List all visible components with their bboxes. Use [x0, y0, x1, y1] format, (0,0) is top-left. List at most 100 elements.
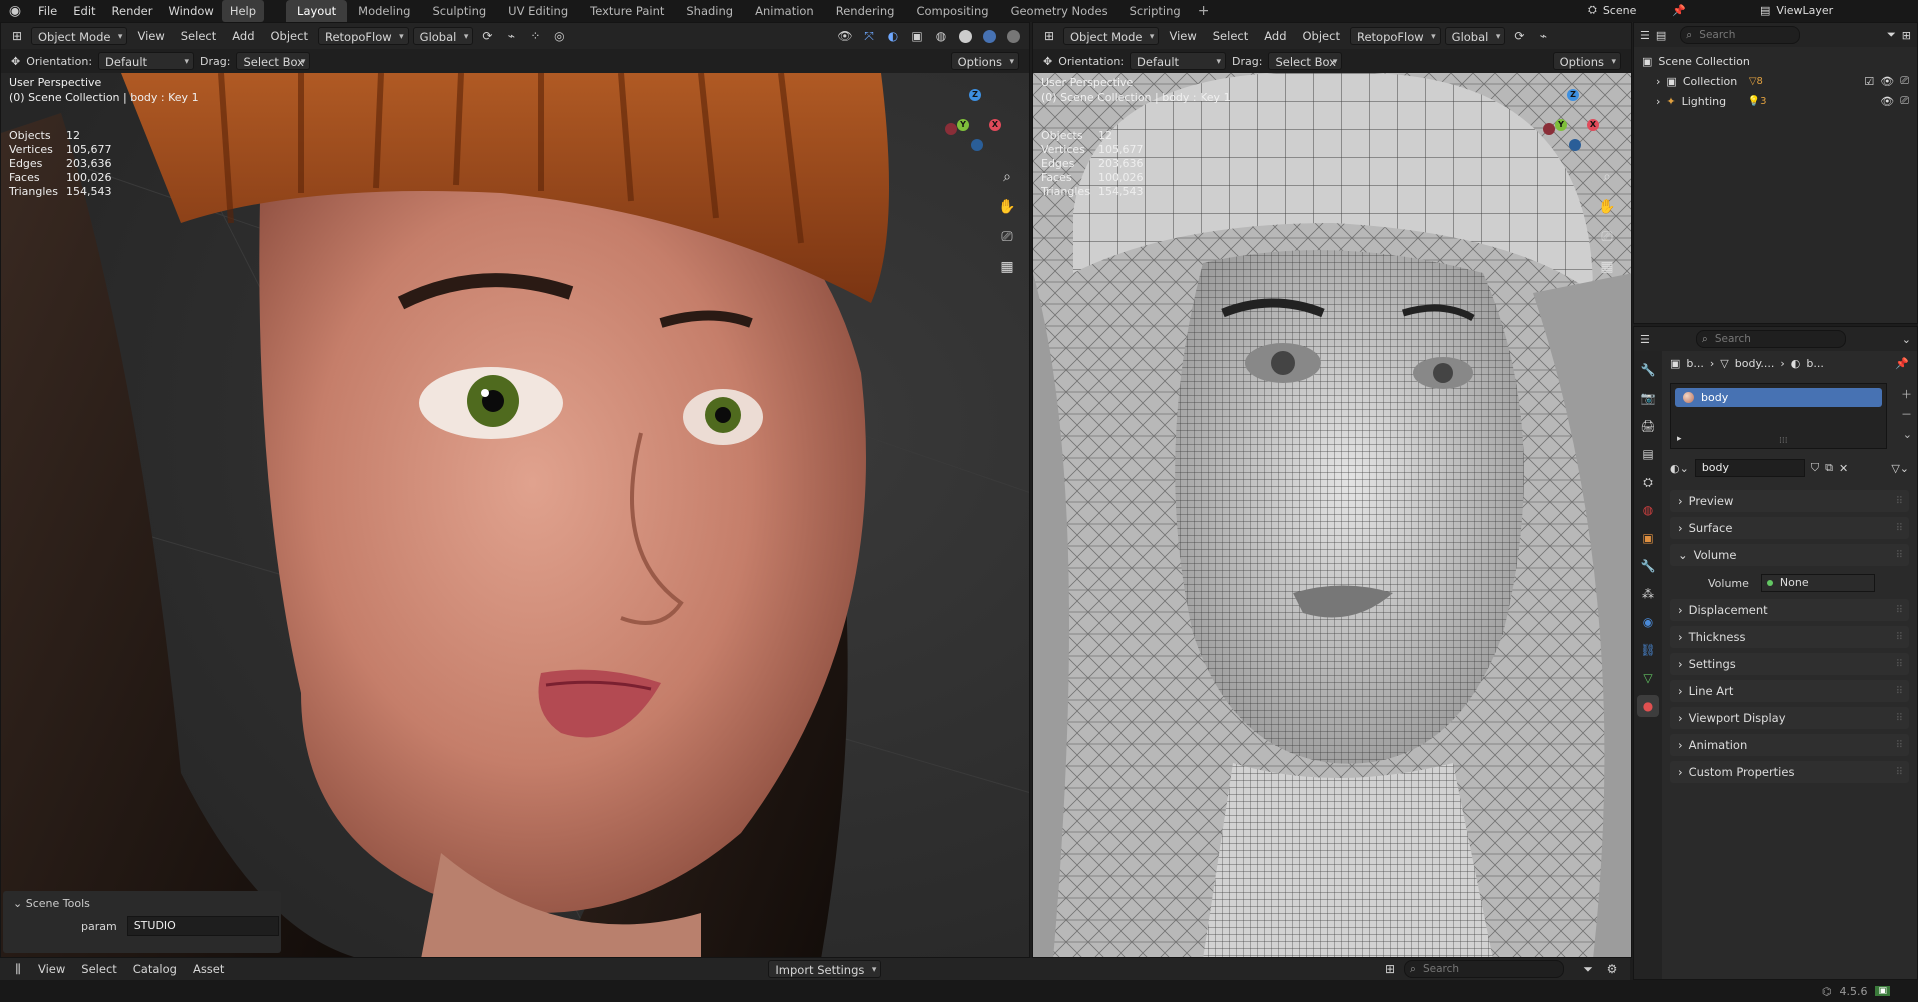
- x-axis-icon[interactable]: X: [989, 119, 1001, 131]
- material-shading-icon[interactable]: [979, 27, 999, 45]
- pivot-icon[interactable]: ⟳: [477, 27, 497, 45]
- overlay-toggle-icon[interactable]: ◐: [883, 27, 903, 45]
- tab-modeling[interactable]: Modeling: [347, 0, 421, 22]
- section-custom-properties[interactable]: › Custom Properties: [1670, 761, 1909, 783]
- menu-file[interactable]: File: [30, 0, 65, 22]
- visibility-icon[interactable]: 👁: [835, 27, 855, 45]
- y-axis-icon[interactable]: Y: [957, 119, 969, 131]
- gear-icon[interactable]: ⚙: [1602, 960, 1622, 978]
- section-surface[interactable]: › Surface: [1670, 517, 1909, 539]
- resize-handle-icon[interactable]: ⁞⁞⁞: [1779, 436, 1788, 446]
- rendered-shading-icon[interactable]: [1003, 27, 1023, 45]
- wireframe-shading-icon[interactable]: ◍: [931, 27, 951, 45]
- pin-icon[interactable]: 📌: [1895, 357, 1909, 370]
- tab-uv-editing[interactable]: UV Editing: [497, 0, 579, 22]
- tool-tab-icon[interactable]: 🔧: [1637, 359, 1659, 381]
- neg-z-axis-icon[interactable]: [1569, 139, 1581, 151]
- object-tab-icon[interactable]: ▣: [1637, 527, 1659, 549]
- menu-view[interactable]: View: [32, 960, 71, 978]
- navigation-gizmo[interactable]: Z X Y: [945, 89, 1005, 151]
- menu-select[interactable]: Select: [175, 27, 222, 45]
- fake-user-icon[interactable]: ⛉: [1811, 461, 1819, 475]
- particles-tab-icon[interactable]: ⁂: [1637, 583, 1659, 605]
- orientation-dropdown[interactable]: Default: [1130, 52, 1227, 71]
- param-field[interactable]: STUDIO: [126, 916, 279, 936]
- tool-icon[interactable]: ✥: [11, 55, 20, 68]
- y-axis-icon[interactable]: Y: [1555, 119, 1567, 131]
- section-animation[interactable]: › Animation: [1670, 734, 1909, 756]
- viewport-left[interactable]: ⊞ Object Mode View Select Add Object Ret…: [0, 22, 1030, 958]
- menu-object[interactable]: Object: [1297, 27, 1346, 45]
- scene-selector[interactable]: ⛭ Scene 📌: [1588, 0, 1718, 20]
- asset-search-input[interactable]: Search: [1404, 960, 1564, 978]
- expand-chevron-icon[interactable]: ›: [1656, 95, 1660, 108]
- x-axis-icon[interactable]: X: [1587, 119, 1599, 131]
- gizmo-toggle-icon[interactable]: ⤧: [859, 27, 879, 45]
- menu-select[interactable]: Select: [1207, 27, 1254, 45]
- tab-layout[interactable]: Layout: [286, 0, 348, 22]
- unlink-icon[interactable]: ✕: [1839, 462, 1848, 475]
- modifier-tab-icon[interactable]: 🔧: [1637, 555, 1659, 577]
- ortho-grid-icon[interactable]: ▦: [996, 259, 1018, 281]
- solid-shading-icon[interactable]: [955, 27, 975, 45]
- menu-select[interactable]: Select: [75, 960, 122, 978]
- z-axis-icon[interactable]: Z: [969, 89, 981, 101]
- orientation-dropdown[interactable]: Default: [98, 52, 195, 71]
- tree-item-lighting[interactable]: › ✦ Lighting 💡3 👁 ⎚: [1634, 91, 1917, 111]
- data-tab-icon[interactable]: ▽: [1637, 667, 1659, 689]
- pan-hand-icon[interactable]: ✋: [1596, 199, 1618, 221]
- checkbox-icon[interactable]: ☑: [1864, 75, 1874, 88]
- mode-dropdown[interactable]: Object Mode: [1063, 27, 1160, 46]
- properties-type-icon[interactable]: ☰: [1640, 333, 1650, 346]
- retopoflow-menu[interactable]: RetopoFlow: [317, 27, 409, 46]
- section-preview[interactable]: › Preview: [1670, 490, 1909, 512]
- menu-view[interactable]: View: [1163, 27, 1202, 45]
- tab-compositing[interactable]: Compositing: [905, 0, 999, 22]
- material-browse-icon[interactable]: ◐⌄: [1670, 462, 1689, 475]
- asset-browser-icon[interactable]: ⫼: [8, 960, 28, 978]
- pin-icon[interactable]: 📌: [1672, 4, 1686, 17]
- menu-view[interactable]: View: [131, 27, 170, 45]
- expand-icon[interactable]: ▸: [1677, 434, 1682, 444]
- camera-render-icon[interactable]: ⎚: [1900, 74, 1909, 88]
- add-slot-icon[interactable]: ＋: [1901, 386, 1912, 402]
- tool-icon[interactable]: ✥: [1043, 55, 1052, 68]
- zoom-icon[interactable]: ⌕: [1596, 169, 1618, 191]
- new-collection-icon[interactable]: ⊞: [1902, 29, 1911, 42]
- tab-geometry-nodes[interactable]: Geometry Nodes: [1000, 0, 1119, 22]
- render-tab-icon[interactable]: 📷: [1637, 387, 1659, 409]
- outliner-type-icon[interactable]: ☰: [1640, 29, 1650, 42]
- material-name-field[interactable]: body: [1694, 459, 1805, 477]
- zoom-icon[interactable]: ⌕: [996, 169, 1018, 191]
- options-dropdown[interactable]: Options: [950, 52, 1019, 71]
- editor-type-icon[interactable]: ⊞: [7, 27, 27, 45]
- chevron-down-icon[interactable]: ⌄: [1902, 333, 1911, 346]
- menu-edit[interactable]: Edit: [65, 0, 103, 22]
- menu-add[interactable]: Add: [226, 27, 260, 45]
- viewlayer-selector[interactable]: ▤ ViewLayer: [1760, 0, 1910, 20]
- blender-logo-icon[interactable]: ◉: [0, 0, 30, 22]
- tab-rendering[interactable]: Rendering: [825, 0, 906, 22]
- tab-sculpting[interactable]: Sculpting: [421, 0, 497, 22]
- world-tab-icon[interactable]: ◍: [1637, 499, 1659, 521]
- link-dropdown-icon[interactable]: ▽⌄: [1891, 462, 1909, 475]
- tree-item-collection[interactable]: › ▣ Collection ▽8 ☑ 👁 ⎚: [1634, 71, 1917, 91]
- scene-tab-icon[interactable]: ⛭: [1637, 471, 1659, 493]
- material-slot-item[interactable]: body: [1675, 388, 1882, 407]
- menu-catalog[interactable]: Catalog: [127, 960, 183, 978]
- view-layer-tab-icon[interactable]: ▤: [1637, 443, 1659, 465]
- tree-root[interactable]: ▣ Scene Collection: [1634, 51, 1917, 71]
- eye-icon[interactable]: 👁: [1880, 75, 1894, 88]
- add-workspace-button[interactable]: +: [1192, 3, 1216, 19]
- constraints-tab-icon[interactable]: ⛓: [1637, 639, 1659, 661]
- viewport-right[interactable]: ⊞ Object Mode View Select Add Object Ret…: [1032, 22, 1632, 958]
- volume-socket-field[interactable]: None: [1760, 574, 1875, 592]
- menu-asset[interactable]: Asset: [187, 960, 230, 978]
- mode-dropdown[interactable]: Object Mode: [31, 27, 128, 46]
- z-axis-icon[interactable]: Z: [1567, 89, 1579, 101]
- tab-scripting[interactable]: Scripting: [1119, 0, 1192, 22]
- snap-icon[interactable]: ⌁: [1533, 27, 1553, 45]
- slot-menu-icon[interactable]: ⌄: [1903, 428, 1912, 441]
- proportional-edit-icon[interactable]: ◎: [549, 27, 569, 45]
- neg-x-axis-icon[interactable]: [945, 123, 957, 135]
